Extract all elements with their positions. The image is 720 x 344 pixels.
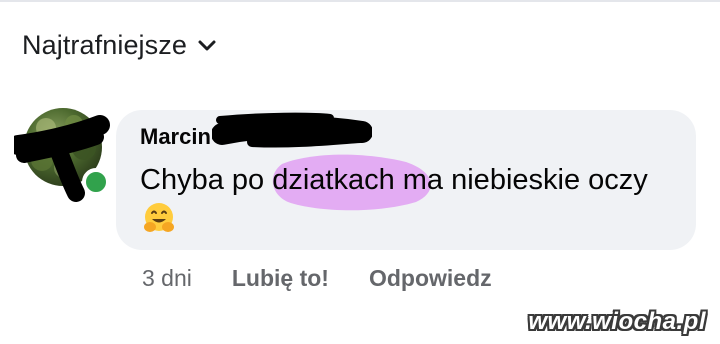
chevron-down-icon bbox=[198, 40, 216, 50]
top-divider bbox=[0, 0, 720, 2]
comment-text: Chyba po dziatkach ma niebieskie oczy bbox=[140, 160, 680, 240]
comment-author-name[interactable]: Marcin bbox=[140, 124, 211, 150]
comment-actions: 3 dni Lubię to! Odpowiedz bbox=[142, 265, 532, 292]
like-button[interactable]: Lubię to! bbox=[232, 265, 329, 292]
online-status-indicator bbox=[82, 168, 110, 196]
sort-comments-dropdown[interactable]: Najtrafniejsze bbox=[22, 30, 217, 61]
hugging-face-emoji bbox=[142, 201, 176, 235]
comment-timestamp[interactable]: 3 dni bbox=[142, 265, 192, 292]
hugging-face-icon bbox=[144, 203, 174, 232]
comment-body: Chyba po dziatkach ma niebieskie oczy bbox=[140, 164, 648, 196]
sort-label: Najtrafniejsze bbox=[22, 30, 187, 60]
commenter-avatar-wrapper[interactable] bbox=[24, 108, 110, 196]
reply-button[interactable]: Odpowiedz bbox=[369, 265, 492, 292]
site-watermark: www.wiocha.pl bbox=[528, 308, 706, 335]
